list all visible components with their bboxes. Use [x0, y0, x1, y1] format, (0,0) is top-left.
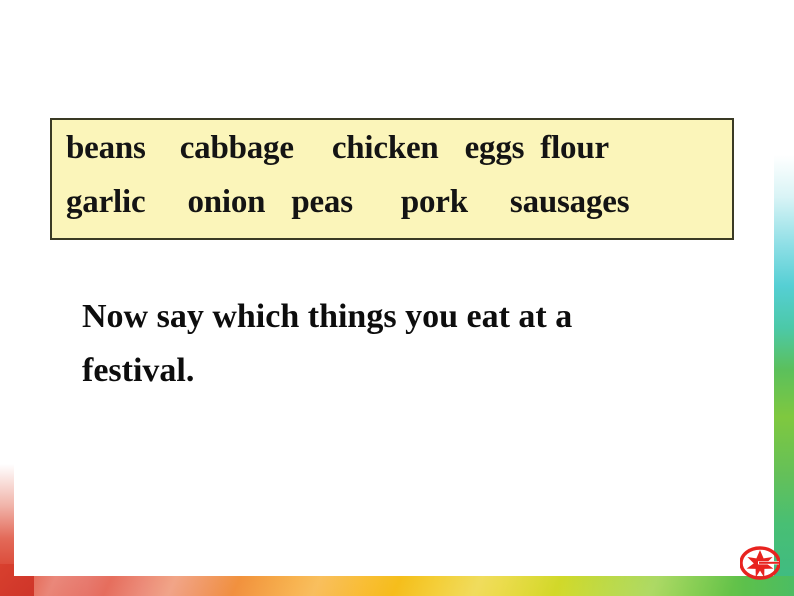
word-eggs: eggs — [464, 130, 525, 166]
word-cabbage: cabbage — [179, 130, 294, 166]
word-bank-row-2: garlic onion peas pork sausages — [58, 184, 726, 238]
word-sausages: sausages — [509, 184, 630, 220]
decorative-right-border — [774, 0, 794, 596]
word-onion: onion — [187, 184, 266, 220]
instruction-line-2: festival. — [82, 352, 195, 389]
word-bank-box: beans cabbage chicken eggs flour garlic … — [50, 118, 734, 240]
word-bank-row-1: beans cabbage chicken eggs flour — [58, 124, 726, 184]
word-beans: beans — [66, 130, 146, 166]
publisher-star-logo-icon — [739, 546, 781, 580]
publisher-star-logo — [739, 546, 781, 580]
decorative-bottom-border — [0, 576, 794, 596]
word-garlic: garlic — [66, 184, 146, 220]
word-peas: peas — [291, 184, 353, 220]
word-pork: pork — [400, 184, 468, 220]
slide-canvas: beans cabbage chicken eggs flour garlic … — [0, 0, 794, 596]
instruction-text: Now say which things you eat at a festiv… — [82, 290, 702, 398]
instruction-line-1: Now say which things you eat at a — [82, 298, 573, 335]
decorative-left-border — [0, 356, 14, 596]
slide-content-area — [14, 0, 774, 576]
word-flour: flour — [540, 130, 609, 166]
word-chicken: chicken — [331, 130, 439, 166]
